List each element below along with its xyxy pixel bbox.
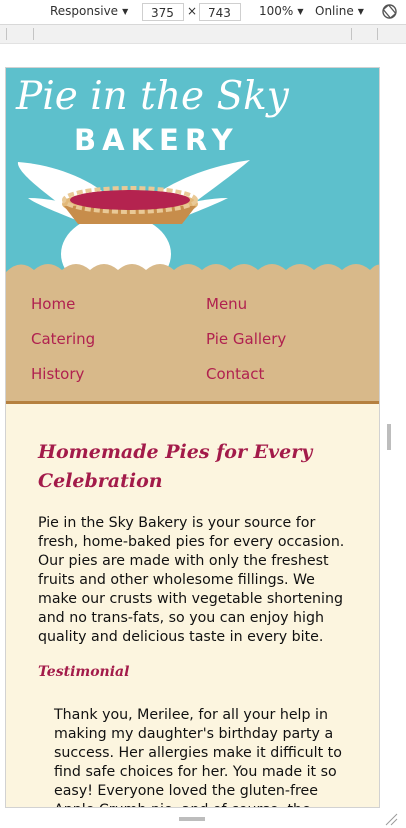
nav-link-catering[interactable]: Catering [31, 330, 95, 348]
nav-link-pie-gallery[interactable]: Pie Gallery [206, 330, 286, 348]
zoom-label: 100% [259, 4, 294, 18]
page-heading: Homemade Pies for Every Celebration [38, 441, 313, 492]
height-input[interactable]: 743 [199, 3, 241, 21]
site-header: Pie in the Sky BAKERY [6, 68, 379, 283]
corner-resize-icon[interactable] [384, 812, 398, 826]
testimonial-heading: Testimonial [38, 664, 130, 680]
device-label: Responsive [50, 4, 119, 18]
logo-subtitle: BAKERY [74, 123, 239, 157]
testimonial-quote: Thank you, Merilee, for all your help in… [54, 707, 342, 807]
nav-link-history[interactable]: History [31, 365, 84, 383]
chevron-down-icon: ▼ [357, 6, 364, 16]
nav-link-menu[interactable]: Menu [206, 295, 247, 313]
zoom-selector[interactable]: 100% ▼ [259, 4, 303, 18]
main-content: Homemade Pies for Every Celebration Pie … [6, 404, 379, 807]
nav-link-home[interactable]: Home [31, 295, 75, 313]
media-query-ruler [0, 25, 406, 44]
rotate-icon[interactable] [381, 3, 398, 20]
flying-pie-illustration [6, 160, 379, 283]
main-nav: Home Menu Catering Pie Gallery History C… [6, 283, 379, 404]
logo-title[interactable]: Pie in the Sky [16, 74, 289, 119]
width-input[interactable]: 375 [142, 3, 184, 21]
nav-link-contact[interactable]: Contact [206, 365, 264, 383]
horizontal-resize-handle[interactable] [179, 817, 205, 821]
dimension-separator: × [187, 4, 198, 18]
devtools-toolbar: Responsive ▼ 375 × 743 100% ▼ Online ▼ [0, 0, 406, 25]
intro-paragraph: Pie in the Sky Bakery is your source for… [38, 515, 345, 645]
device-selector[interactable]: Responsive ▼ [50, 4, 128, 18]
chevron-down-icon: ▼ [122, 6, 129, 16]
network-label: Online [315, 4, 354, 18]
network-selector[interactable]: Online ▼ [315, 4, 364, 18]
device-viewport: Pie in the Sky BAKERY Home Menu Catering… [5, 67, 380, 808]
chevron-down-icon: ▼ [297, 6, 304, 16]
vertical-resize-handle[interactable] [387, 424, 391, 450]
